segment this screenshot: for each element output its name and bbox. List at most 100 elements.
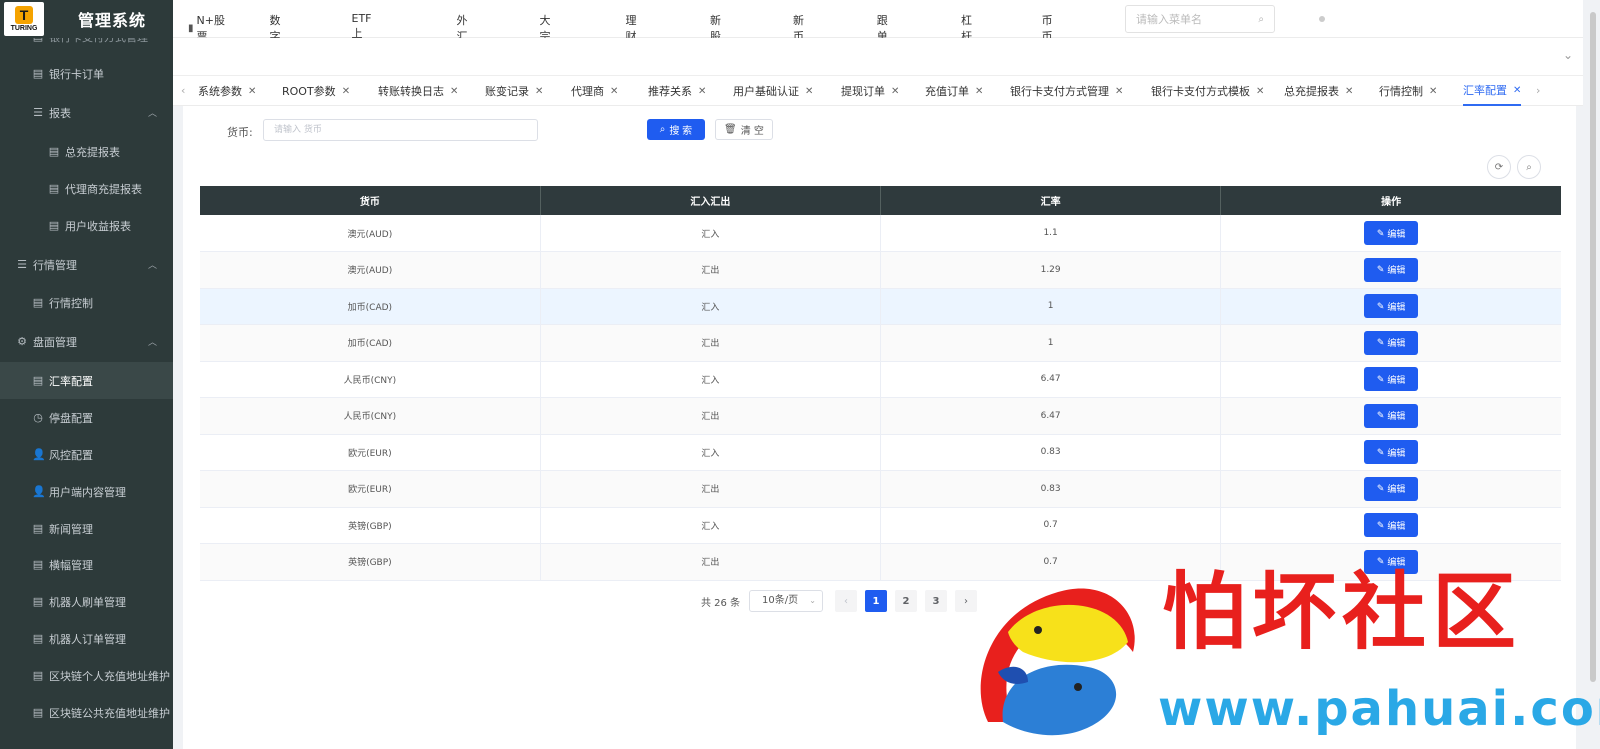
close-icon[interactable]: ✕ [891, 86, 899, 97]
tab-scroll-right-icon[interactable]: › [1536, 84, 1540, 97]
page-size-select[interactable]: 10条/页 ⌄ [749, 590, 823, 612]
search-icon: ⌕ [1258, 13, 1264, 25]
tab[interactable]: ROOT参数 ✕ [282, 76, 350, 106]
close-icon[interactable]: ✕ [1115, 86, 1123, 97]
tab-label: 总充提报表 [1284, 85, 1339, 98]
sidebar-item[interactable]: ▤ 区块链公共充值地址维护 [0, 694, 173, 731]
edit-button[interactable]: ✎ 编辑 [1364, 476, 1419, 501]
edit-button[interactable]: ✎ 编辑 [1364, 440, 1419, 465]
close-icon[interactable]: ✕ [450, 86, 458, 97]
tab[interactable]: 汇率配置 ✕ [1463, 76, 1522, 106]
cell-currency: 欧元(EUR) [200, 470, 541, 508]
tab[interactable]: 转账转换日志 ✕ [378, 76, 458, 106]
cell-actions: ✎ 编辑 [1220, 215, 1561, 252]
cell-rate: 0.83 [880, 470, 1222, 508]
sidebar-item[interactable]: ▤ 区块链个人充值地址维护 [0, 657, 173, 694]
sidebar-item-label: 风控配置 [49, 448, 93, 462]
sidebar-item[interactable]: ☰ 报表 ︿ [0, 94, 173, 131]
search-button[interactable]: ⌕ 搜 索 [647, 119, 705, 140]
edit-icon: ✎ [1376, 446, 1385, 457]
cell-actions: ✎ 编辑 [1220, 288, 1561, 325]
close-icon[interactable]: ✕ [975, 86, 983, 97]
cell-currency: 欧元(EUR) [200, 434, 541, 471]
edit-icon: ✎ [1376, 337, 1385, 348]
tab-label: 提现订单 [841, 85, 885, 98]
sidebar-item[interactable]: ▤ 汇率配置 [0, 362, 173, 399]
close-icon[interactable]: ✕ [1513, 85, 1521, 96]
sidebar-item[interactable]: ▤ 行情控制 [0, 284, 173, 321]
edit-button[interactable]: ✎ 编辑 [1364, 330, 1419, 355]
tab[interactable]: 提现订单 ✕ [841, 76, 899, 106]
tab[interactable]: 用户基础认证 ✕ [733, 76, 813, 106]
page-scrollbar[interactable] [1590, 12, 1596, 682]
tab[interactable]: 系统参数 ✕ [198, 76, 256, 106]
edit-button[interactable]: ✎ 编辑 [1364, 367, 1419, 392]
sidebar-item[interactable]: ▤ 用户收益报表 [0, 207, 173, 244]
close-icon[interactable]: ✕ [805, 86, 813, 97]
sidebar-item[interactable]: ⚙ 盘面管理 ︿ [0, 323, 173, 360]
sidebar-item[interactable]: ▤ 机器人刷单管理 [0, 583, 173, 620]
sidebar-item[interactable]: ▤ 新闻管理 [0, 510, 173, 547]
sidebar-item[interactable]: ▤ 银行卡订单 [0, 55, 173, 92]
refresh-button[interactable]: ⟳ [1487, 155, 1511, 179]
sidebar-item[interactable]: 👤 风控配置 [0, 436, 173, 473]
tab[interactable]: 银行卡支付方式模板 ✕ [1151, 76, 1264, 106]
cell-actions: ✎ 编辑 [1220, 324, 1561, 362]
close-icon[interactable]: ✕ [342, 86, 350, 97]
edit-button-label: 编辑 [1387, 447, 1406, 458]
currency-filter-label: 货币: [227, 126, 253, 139]
tab[interactable]: 充值订单 ✕ [925, 76, 983, 106]
currency-filter-input[interactable]: 请输入 货币 [263, 119, 538, 141]
refresh-icon: ⟳ [1494, 161, 1504, 173]
watermark-url: www.pahuai.com [1158, 681, 1600, 737]
edit-button[interactable]: ✎ 编辑 [1364, 294, 1419, 319]
edit-button[interactable]: ✎ 编辑 [1364, 221, 1419, 245]
sidebar-item[interactable]: ☰ 行情管理 ︿ [0, 246, 173, 283]
cell-direction: 汇入 [540, 288, 882, 325]
search-toggle-button[interactable]: ⌕ [1517, 155, 1541, 179]
page-button-2[interactable]: 2 [895, 590, 917, 612]
tab[interactable]: 总充提报表 ✕ [1284, 76, 1353, 106]
sidebar-item-label: 行情控制 [49, 296, 93, 310]
sidebar-item[interactable]: 👤 用户端内容管理 [0, 473, 173, 510]
sidebar-item-label: 停盘配置 [49, 411, 93, 425]
prev-page-button[interactable]: ‹ [835, 590, 857, 612]
tab-scroll-left-icon[interactable]: ‹ [181, 84, 185, 97]
tab[interactable]: 推荐关系 ✕ [648, 76, 706, 106]
cell-actions: ✎ 编辑 [1220, 507, 1561, 544]
sidebar-item-label: 区块链公共充值地址维护 [49, 706, 170, 720]
sidebar-item[interactable]: ◷ 停盘配置 [0, 399, 173, 436]
tab[interactable]: 银行卡支付方式管理 ✕ [1010, 76, 1123, 106]
close-icon[interactable]: ✕ [1429, 86, 1437, 97]
sidebar-item[interactable]: ▤ 代理商充提报表 [0, 170, 173, 207]
search-icon: ⌕ [1526, 161, 1532, 173]
sidebar-item-label: 区块链个人充值地址维护 [49, 669, 170, 683]
edit-button[interactable]: ✎ 编辑 [1364, 257, 1419, 282]
table-body: 澳元(AUD) 汇入 1.1 ✎ 编辑 澳元(AUD) 汇出 1.29 ✎ 编辑 加币(CAD) 汇入… [200, 215, 1561, 581]
close-icon[interactable]: ✕ [1256, 86, 1264, 97]
tab[interactable]: 行情控制 ✕ [1379, 76, 1437, 106]
chevron-down-icon[interactable]: ⌄ [1563, 48, 1573, 62]
close-icon[interactable]: ✕ [610, 86, 618, 97]
cell-direction: 汇出 [540, 251, 882, 289]
menu-search-input[interactable]: 请输入菜单名 ⌕ [1125, 5, 1275, 33]
close-icon[interactable]: ✕ [535, 86, 543, 97]
close-icon[interactable]: ✕ [698, 86, 706, 97]
page-button-1[interactable]: 1 [865, 590, 887, 612]
doc-icon: ▤ [32, 67, 44, 80]
sidebar-item[interactable]: ▤ 横幅管理 [0, 546, 173, 583]
table-row: 欧元(EUR) 汇出 0.83 ✎ 编辑 [200, 470, 1561, 508]
edit-button[interactable]: ✎ 编辑 [1364, 513, 1419, 538]
close-icon[interactable]: ✕ [248, 86, 256, 97]
edit-button[interactable]: ✎ 编辑 [1364, 403, 1419, 428]
tab[interactable]: 账变记录 ✕ [485, 76, 543, 106]
sidebar-item[interactable]: ▤ 总充提报表 [0, 133, 173, 170]
chevron-down-icon: ⌄ [809, 596, 816, 605]
clear-button[interactable]: 🗑 清 空 [715, 119, 773, 140]
cell-rate: 0.83 [880, 434, 1222, 471]
page-button-3[interactable]: 3 [925, 590, 947, 612]
close-icon[interactable]: ✕ [1345, 86, 1353, 97]
cell-direction: 汇出 [540, 543, 882, 581]
sidebar-item[interactable]: ▤ 机器人订单管理 [0, 620, 173, 657]
tab[interactable]: 代理商 ✕ [571, 76, 618, 106]
